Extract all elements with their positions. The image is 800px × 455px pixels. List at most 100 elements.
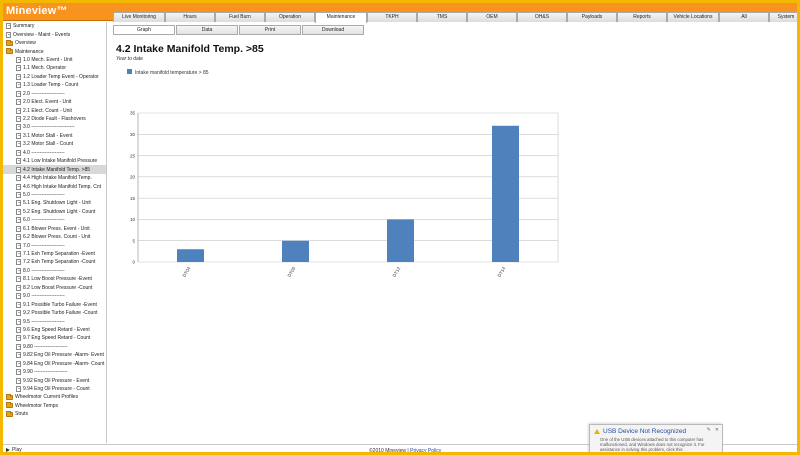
subtab-print[interactable]: Print bbox=[239, 25, 301, 35]
sidebar-item[interactable]: 1.1 Mech. Operator bbox=[3, 64, 106, 72]
usb-notification[interactable]: USB Device Not Recognized ✎ ✕ One of the… bbox=[589, 424, 723, 452]
document-icon bbox=[16, 166, 21, 173]
sidebar-item-label: Struts bbox=[15, 411, 29, 418]
tab-maintenance[interactable]: Maintenance bbox=[315, 12, 367, 23]
bar bbox=[387, 219, 414, 262]
sidebar-item[interactable]: 7.2 Exh Temp Separation -Count bbox=[3, 258, 106, 266]
sidebar-item[interactable]: 4.2 Intake Manifold Temp. >85 bbox=[3, 165, 106, 174]
sidebar-item[interactable]: 9.5 -------------------- bbox=[3, 317, 106, 325]
sidebar-item[interactable]: 9.2 Possible Turbo Failure -Count bbox=[3, 309, 106, 317]
sidebar-item[interactable]: 9.6 Eng Speed Retard - Event bbox=[3, 326, 106, 334]
tab-oh-s[interactable]: OH&S bbox=[517, 12, 567, 22]
sidebar-item[interactable]: Overview - Maint - Events bbox=[3, 30, 106, 38]
legend-swatch bbox=[127, 69, 132, 74]
sidebar-item[interactable]: 9.7 Eng Speed Retard - Count bbox=[3, 334, 106, 342]
sidebar-item[interactable]: Overview bbox=[3, 39, 106, 47]
document-icon bbox=[16, 65, 21, 72]
sidebar-item[interactable]: 9.1 Possible Turbo Failure -Event bbox=[3, 300, 106, 308]
sidebar-item[interactable]: Struts bbox=[3, 410, 106, 418]
sidebar-item[interactable]: Summary bbox=[3, 22, 106, 30]
sidebar-item[interactable]: 7.1 Exh Temp Separation -Event bbox=[3, 250, 106, 258]
sidebar-item[interactable]: 9.92 Eng Oil Pressure - Event bbox=[3, 376, 106, 384]
sidebar-item-label: 9.0 -------------------- bbox=[23, 293, 65, 300]
tab-hours[interactable]: Hours bbox=[165, 12, 215, 22]
sidebar-item-label: 3.0 -------------------------- bbox=[23, 124, 75, 131]
document-icon bbox=[16, 335, 21, 342]
sidebar-item[interactable]: 4.1 Low Intake Manifold Pressure bbox=[3, 157, 106, 165]
tab-reports[interactable]: Reports bbox=[617, 12, 667, 22]
sidebar-item[interactable]: 5.2 Eng. Shutdown Light - Count bbox=[3, 208, 106, 216]
sidebar-item[interactable]: 8.2 Low Boost Pressure -Count bbox=[3, 284, 106, 292]
bar-chart: Intake manifold temperature > 85 0 5 10 15 20… bbox=[127, 69, 559, 278]
sidebar-item[interactable]: 2.1 Elect. Count - Unit bbox=[3, 106, 106, 114]
sidebar-item[interactable]: 7.0 -------------------- bbox=[3, 241, 106, 249]
sidebar-item[interactable]: 3.0 -------------------------- bbox=[3, 123, 106, 131]
sidebar-item-label: 2.2 Diode Fault - Flashovers bbox=[23, 116, 86, 123]
tab-fuel-burn[interactable]: Fuel Burn bbox=[215, 12, 265, 22]
sidebar-item-label: 8.1 Low Boost Pressure -Event bbox=[23, 276, 92, 283]
tab-oem[interactable]: OEM bbox=[467, 12, 517, 22]
sidebar-item[interactable]: 9.84 Eng Oil Pressure -Alarm- Count bbox=[3, 360, 106, 368]
sidebar-item[interactable]: 2.2 Diode Fault - Flashovers bbox=[3, 115, 106, 123]
tab-payloads[interactable]: Payloads bbox=[567, 12, 617, 22]
document-icon bbox=[16, 343, 21, 350]
sidebar-item[interactable]: 5.1 Eng. Shutdown Light - Unit bbox=[3, 199, 106, 207]
page-subtitle: Year to date bbox=[116, 56, 143, 62]
folder-icon bbox=[6, 402, 13, 409]
sidebar-item[interactable]: 4.6 High Intake Manifold Temp. Cnt bbox=[3, 182, 106, 190]
tab-operation[interactable]: Operation bbox=[265, 12, 315, 22]
sidebar-item-label: 9.92 Eng Oil Pressure - Event bbox=[23, 377, 90, 384]
tab-tms[interactable]: TMS bbox=[417, 12, 467, 22]
subtab-data[interactable]: Data bbox=[176, 25, 238, 35]
subtab-graph[interactable]: Graph bbox=[113, 25, 175, 35]
close-icon[interactable]: ✕ bbox=[715, 427, 719, 433]
sidebar-item[interactable]: Maintenance bbox=[3, 47, 106, 55]
tab-live-monitoring[interactable]: Live Monitoring bbox=[113, 12, 165, 22]
y-tick-label: 0 bbox=[132, 260, 135, 265]
sidebar-item[interactable]: 9.90 -------------------- bbox=[3, 368, 106, 376]
sidebar-item[interactable]: 9.94 Eng Oil Pressure - Count bbox=[3, 385, 106, 393]
sidebar-item[interactable]: 1.2 Loader Temp Event - Operator bbox=[3, 73, 106, 81]
sidebar-item[interactable]: 5.0 -------------------- bbox=[3, 191, 106, 199]
sidebar-item[interactable]: 8.0 -------------------- bbox=[3, 267, 106, 275]
document-icon bbox=[16, 386, 21, 393]
tab-tkph[interactable]: TKPH bbox=[367, 12, 417, 22]
pin-icon[interactable]: ✎ bbox=[707, 427, 711, 433]
sidebar-item-label: Overview - Maint - Events bbox=[13, 31, 71, 38]
sidebar-item[interactable]: 2.0 -------------------- bbox=[3, 90, 106, 98]
sidebar-item[interactable]: 4.0 -------------------- bbox=[3, 149, 106, 157]
sidebar-item-label: 4.6 High Intake Manifold Temp. Cnt bbox=[23, 183, 102, 190]
sidebar-item[interactable]: Wheelmotor Current Profiles bbox=[3, 393, 106, 401]
document-icon bbox=[16, 377, 21, 384]
document-icon bbox=[16, 234, 21, 241]
sidebar-item[interactable]: 6.1 Blower Press. Event - Unit bbox=[3, 225, 106, 233]
sidebar-item[interactable]: 3.2 Motor Stall - Count bbox=[3, 140, 106, 148]
sidebar-item[interactable]: 9.82 Eng Oil Pressure -Alarm- Event bbox=[3, 351, 106, 359]
tab-system[interactable]: System bbox=[769, 12, 797, 22]
play-button[interactable]: Play bbox=[6, 447, 22, 452]
document-icon bbox=[16, 191, 21, 198]
tab-all[interactable]: All bbox=[719, 12, 769, 22]
sidebar-item[interactable]: 6.0 -------------------- bbox=[3, 216, 106, 224]
sidebar-item[interactable]: 2.0 Elect. Event - Unit bbox=[3, 98, 106, 106]
sidebar-item-label: 2.1 Elect. Count - Unit bbox=[23, 107, 72, 114]
privacy-policy-link[interactable]: Privacy Policy bbox=[410, 448, 441, 452]
document-icon bbox=[16, 276, 21, 283]
sidebar-item-label: 9.7 Eng Speed Retard - Count bbox=[23, 335, 91, 342]
sidebar-item[interactable]: 4.4 High Intake Manifold Temp. bbox=[3, 174, 106, 182]
sidebar-item[interactable]: Wheelmotor Temps bbox=[3, 402, 106, 410]
subtab-download[interactable]: Download bbox=[302, 25, 364, 35]
sidebar-item[interactable]: 1.3 Loader Temp - Count bbox=[3, 81, 106, 89]
sidebar-item[interactable]: 9.0 -------------------- bbox=[3, 292, 106, 300]
sidebar-item[interactable]: 9.80 -------------------- bbox=[3, 343, 106, 351]
document-icon bbox=[16, 225, 21, 232]
sidebar-item[interactable]: 1.0 Mech. Event - Unit bbox=[3, 56, 106, 64]
y-tick-label: 35 bbox=[130, 111, 136, 116]
sidebar-item[interactable]: 3.1 Motor Stall - Event bbox=[3, 132, 106, 140]
document-icon bbox=[16, 158, 21, 165]
tab-vehicle-locations[interactable]: Vehicle Locations bbox=[667, 12, 719, 22]
sidebar-item[interactable]: 6.2 Blower Press. Count - Unit bbox=[3, 233, 106, 241]
app-frame: Mineview™ Live Monitoring Hours Fuel Burn O… bbox=[0, 0, 800, 455]
sidebar-item[interactable]: 8.1 Low Boost Pressure -Event bbox=[3, 275, 106, 283]
document-icon bbox=[16, 107, 21, 114]
